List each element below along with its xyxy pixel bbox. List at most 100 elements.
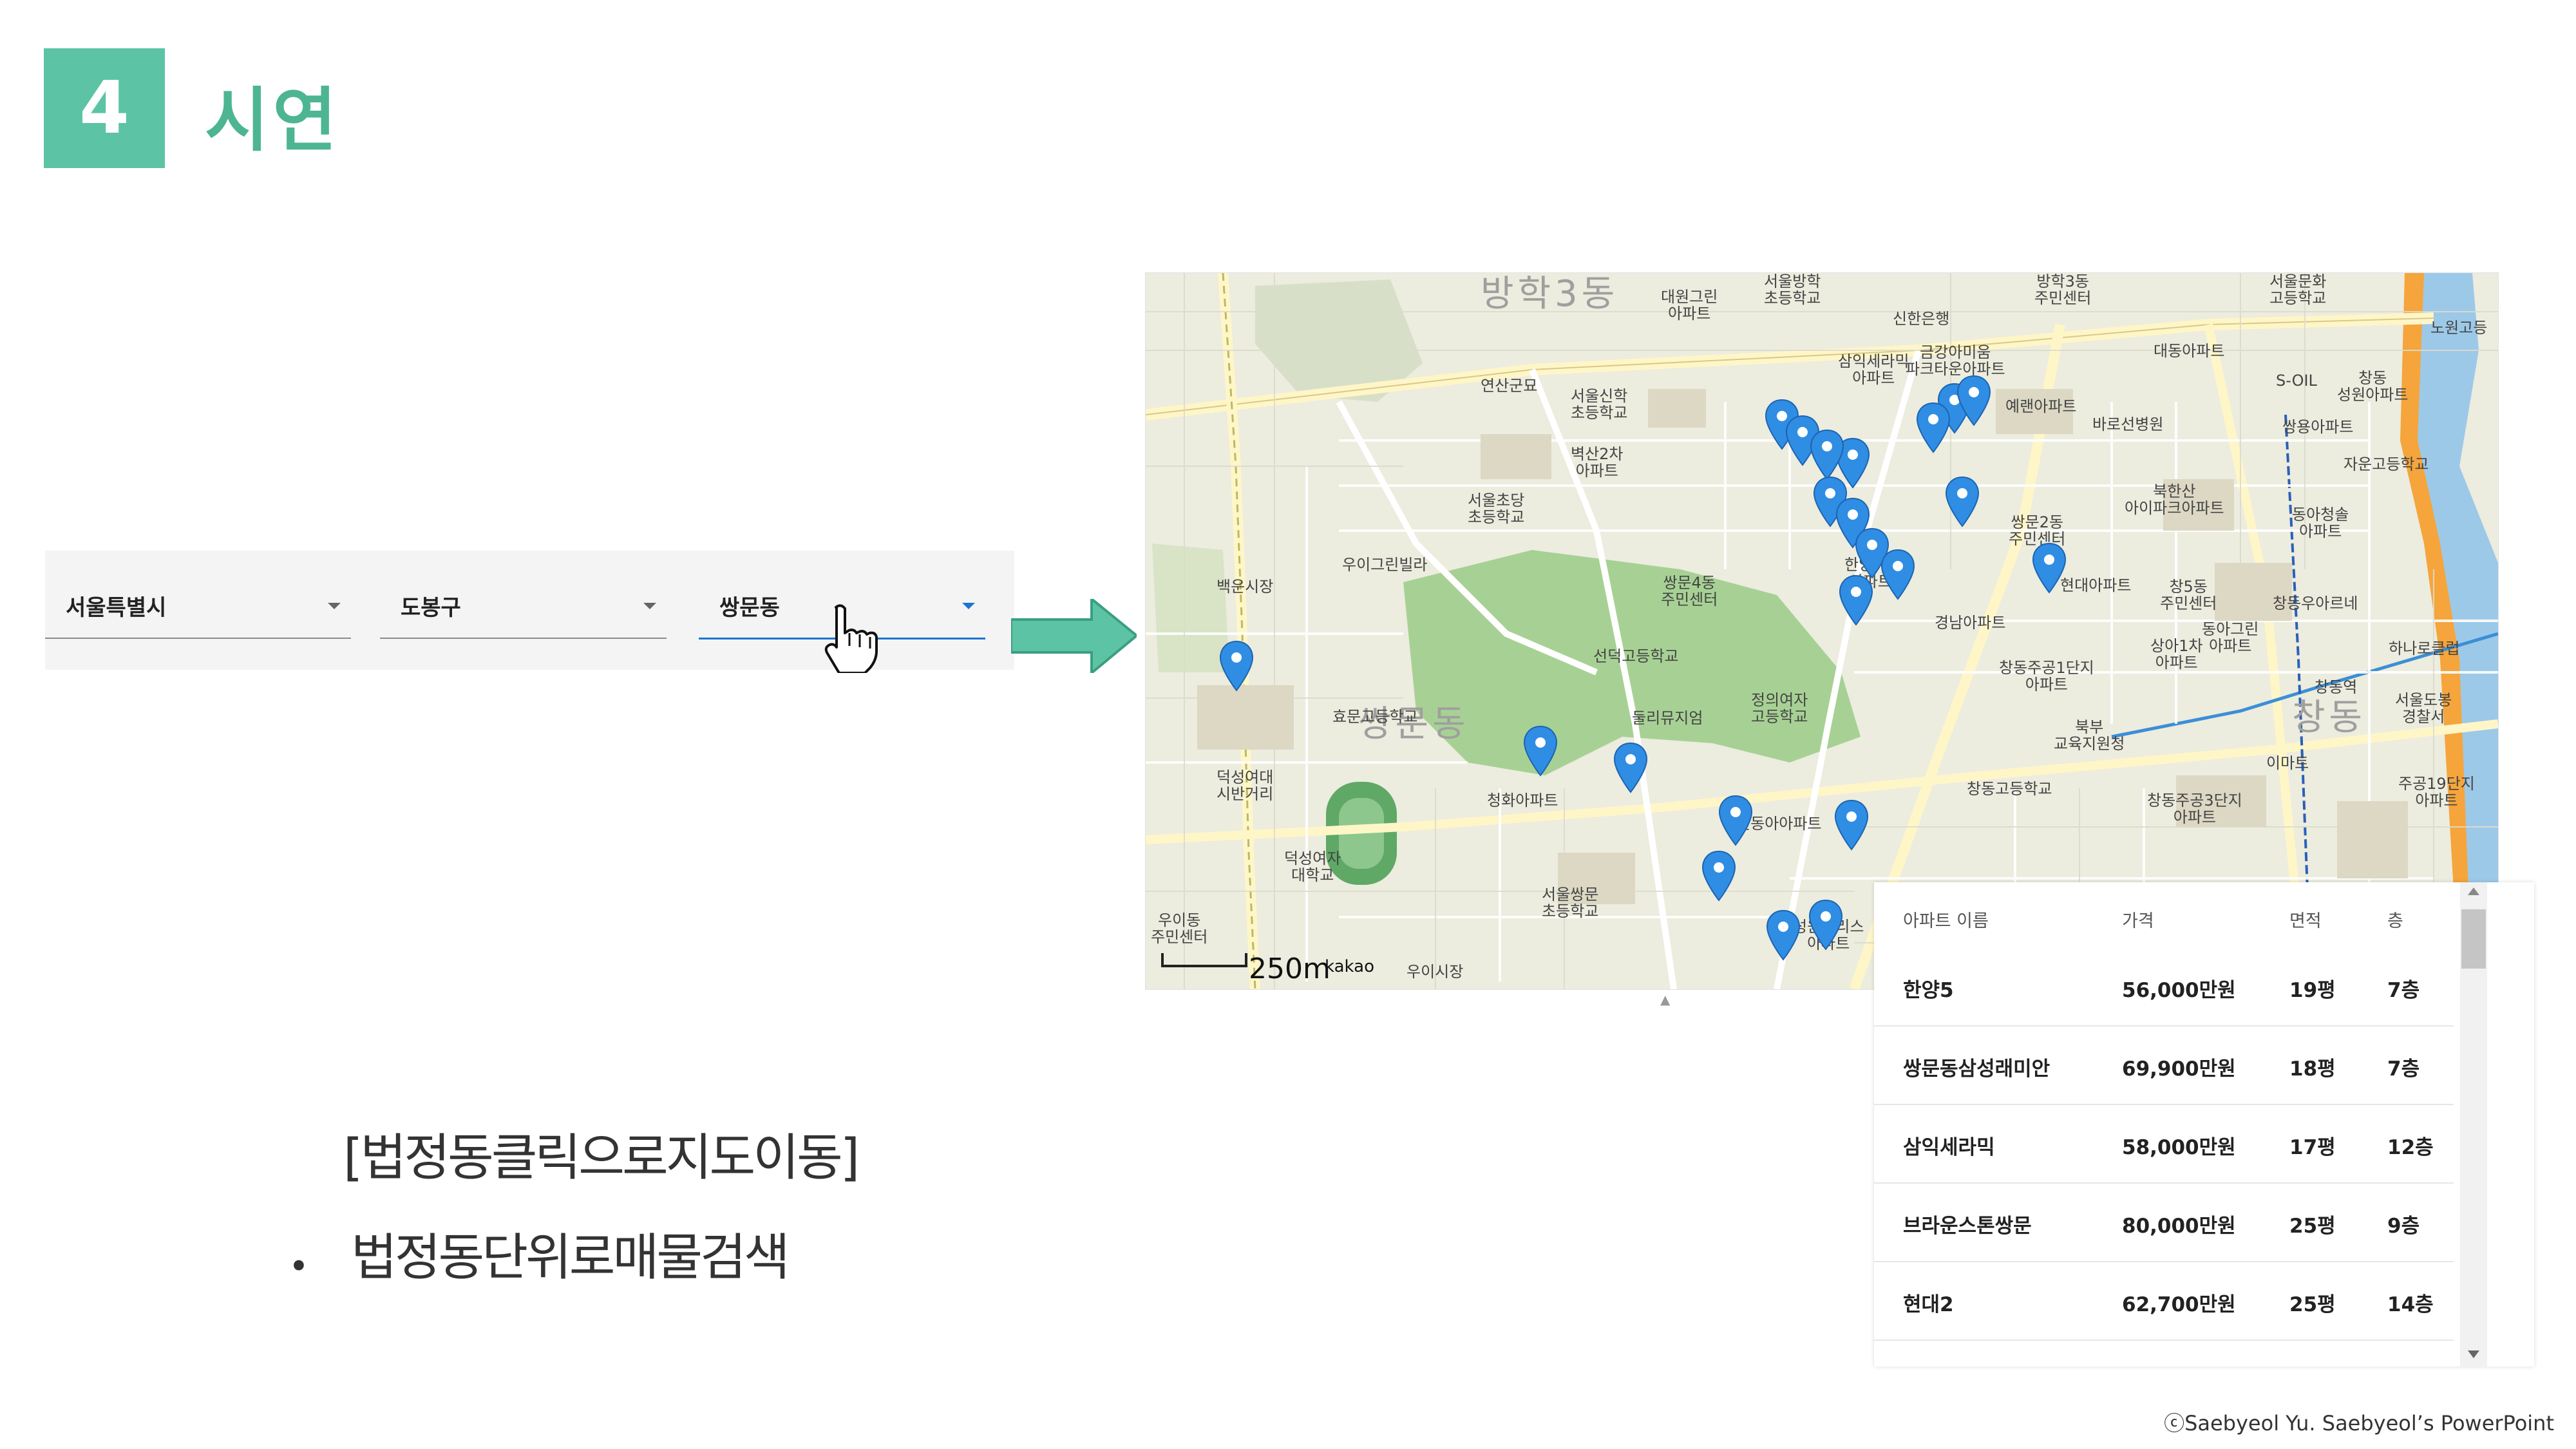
table-row[interactable]: 한양5 56,000만원 19평 7층 <box>1874 947 2454 1027</box>
cell-name: 쌍문동삼성래미안 <box>1903 1057 2050 1081</box>
map-poi-label: 현대아파트 <box>2060 576 2132 594</box>
map-poi-label: 서울초당 초등학교 <box>1468 491 1525 527</box>
map-poi-label: 동아그린 아파트 <box>2202 620 2259 656</box>
map-pin-icon[interactable] <box>1765 909 1801 961</box>
cell-area: 18평 <box>2289 1057 2336 1081</box>
table-row[interactable]: 브라운스톤쌍문 80,000만원 25평 9층 <box>1874 1182 2454 1262</box>
chevron-down-icon <box>643 603 656 609</box>
cell-area: 25평 <box>2289 1293 2336 1316</box>
scroll-up-icon[interactable] <box>2468 887 2479 895</box>
scroll-down-icon[interactable] <box>2468 1350 2479 1358</box>
dong-select-value: 쌍문동 <box>719 595 780 621</box>
map-poi-label: 창동주공1단지 아파트 <box>1999 659 2094 694</box>
map-poi-label: 삼익세라믹 아파트 <box>1838 352 1909 388</box>
cell-name: 한양5 <box>1903 979 1954 1002</box>
map-scale-label: 250m <box>1249 952 1331 985</box>
map-pin-icon[interactable] <box>2031 542 2067 594</box>
map-pin-icon[interactable] <box>1838 574 1874 626</box>
column-header-name: 아파트 이름 <box>1903 911 1989 931</box>
table-scrollbar-thumb[interactable] <box>2461 909 2486 969</box>
map-poi-label: 신한은행 <box>1893 310 1950 328</box>
bullet-dot: • <box>289 1246 309 1287</box>
map-pin-icon[interactable] <box>1880 549 1916 600</box>
cell-area: 25평 <box>2289 1215 2336 1238</box>
map-poi-label: 창동역 <box>2315 678 2358 696</box>
map-poi-label: 상아1차 아파트 <box>2150 637 2203 672</box>
table-row[interactable]: 삼익세라믹 58,000만원 17평 12층 <box>1874 1104 2454 1184</box>
map-area-label: 창동 <box>2292 697 2367 739</box>
map-pin-icon[interactable] <box>1944 476 1980 527</box>
cell-floor: 9층 <box>2387 1215 2420 1238</box>
district-select[interactable]: 도봉구 <box>380 586 667 639</box>
map-pin-icon[interactable] <box>1956 375 1992 426</box>
chevron-down-icon <box>328 603 341 609</box>
column-header-price: 가격 <box>2122 911 2154 931</box>
map-poi-label: S-OIL <box>2276 372 2317 390</box>
table-row[interactable]: 쌍문동삼성래미안 69,900만원 18평 7층 <box>1874 1025 2454 1105</box>
map-pin-icon[interactable] <box>1613 742 1649 793</box>
footer-credit: ⓒSaebyeol Yu. Saebyeol’s PowerPoint <box>2164 1411 2554 1435</box>
table-row[interactable]: 현대2 62,700만원 25평 14층 <box>1874 1261 2454 1341</box>
table-header: 아파트 이름 가격 면적 층 <box>1874 882 2454 947</box>
map-poi-label: 연산군묘 <box>1481 377 1538 395</box>
map-pin-icon[interactable] <box>1833 799 1870 851</box>
cell-price: 58,000만원 <box>2122 1136 2236 1159</box>
map-pin-icon[interactable] <box>1718 795 1754 846</box>
map-poi-label: 경남아파트 <box>1935 614 2006 632</box>
map-scale-bar <box>1161 953 1247 967</box>
map-poi-label: 창동우아르네 <box>2273 594 2358 612</box>
map-poi-label: 방학3동 주민센터 <box>2034 272 2092 308</box>
map-poi-label: 덕성여자 대학교 <box>1284 849 1341 885</box>
city-select[interactable]: 서울특별시 <box>45 586 351 639</box>
map-poi-label: 서울신학 초등학교 <box>1571 387 1628 422</box>
cell-floor: 12층 <box>2387 1136 2434 1159</box>
map-poi-label: 우이시장 <box>1406 963 1464 981</box>
right-arrow-icon <box>1011 599 1137 673</box>
map-poi-label: 자운고등학교 <box>2344 455 2429 473</box>
cell-name: 현대2 <box>1903 1293 1954 1316</box>
map-pin-icon[interactable] <box>1218 640 1255 692</box>
map-poi-label: 효문고등학교 <box>1332 708 1418 726</box>
map-poi-label: 둘리뮤지엄 <box>1632 709 1703 727</box>
map-area-label: 방학3동 <box>1481 273 1619 315</box>
cell-price: 62,700만원 <box>2122 1293 2236 1316</box>
cell-price: 80,000만원 <box>2122 1215 2236 1238</box>
cell-area: 17평 <box>2289 1136 2336 1159</box>
map-poi-label: 창동주공3단지 아파트 <box>2147 791 2242 827</box>
map-poi-label: 선덕고등학교 <box>1593 647 1679 665</box>
section-number-badge: 4 <box>44 48 165 168</box>
map-poi-label: 쌍용아파트 <box>2282 418 2354 436</box>
map-poi-label: 주공19단지 아파트 <box>2398 775 2475 810</box>
map-pin-icon[interactable] <box>1522 725 1558 777</box>
map-brand-logo: kakao <box>1325 957 1374 976</box>
demo-caption: [법정동클릭으로지도이동] <box>343 1129 860 1187</box>
map-poi-label: 하나로클럽 <box>2389 639 2460 658</box>
map-pin-icon[interactable] <box>1915 402 1951 453</box>
map-poi-label: 대동아파트 <box>2154 342 2225 360</box>
hand-pointer-cursor-icon <box>824 604 878 673</box>
map-pin-icon[interactable] <box>1701 850 1737 902</box>
map-poi-label: 청화아파트 <box>1487 791 1558 810</box>
map-poi-label: 덕성여대 시반거리 <box>1217 768 1274 804</box>
map-pin-icon[interactable] <box>1809 429 1845 480</box>
map-poi-label: 서울문화 고등학교 <box>2269 272 2327 308</box>
chevron-down-icon <box>962 603 975 609</box>
map-poi-label: 동아청솔 아파트 <box>2292 506 2349 541</box>
map-poi-label: 서울도봉 경찰서 <box>2395 691 2452 726</box>
map-poi-label: 이마트 <box>2266 754 2309 772</box>
map-collapse-icon[interactable]: ▲ <box>1660 992 1686 1011</box>
map-pin-icon[interactable] <box>1808 899 1844 951</box>
section-title: 시연 <box>205 80 341 161</box>
apartment-listing-table: 아파트 이름 가격 면적 층 한양5 56,000만원 19평 7층 쌍문동삼성… <box>1874 882 2534 1367</box>
cell-price: 56,000만원 <box>2122 979 2236 1002</box>
map-poi-label: 북한산 아이파크아파트 <box>2125 482 2224 518</box>
map-poi-label: 서울방학 초등학교 <box>1764 272 1821 308</box>
column-header-floor: 층 <box>2387 911 2403 931</box>
city-select-value: 서울특별시 <box>66 595 167 621</box>
map-poi-label: 금강아미움 파크타운아파트 <box>1906 343 2005 379</box>
map-poi-label: 창동 성원아파트 <box>2337 369 2409 404</box>
map-poi-label: 바로선병원 <box>2092 415 2164 433</box>
cell-area: 19평 <box>2289 979 2336 1002</box>
cell-floor: 14층 <box>2387 1293 2434 1316</box>
cell-floor: 7층 <box>2387 1057 2420 1081</box>
